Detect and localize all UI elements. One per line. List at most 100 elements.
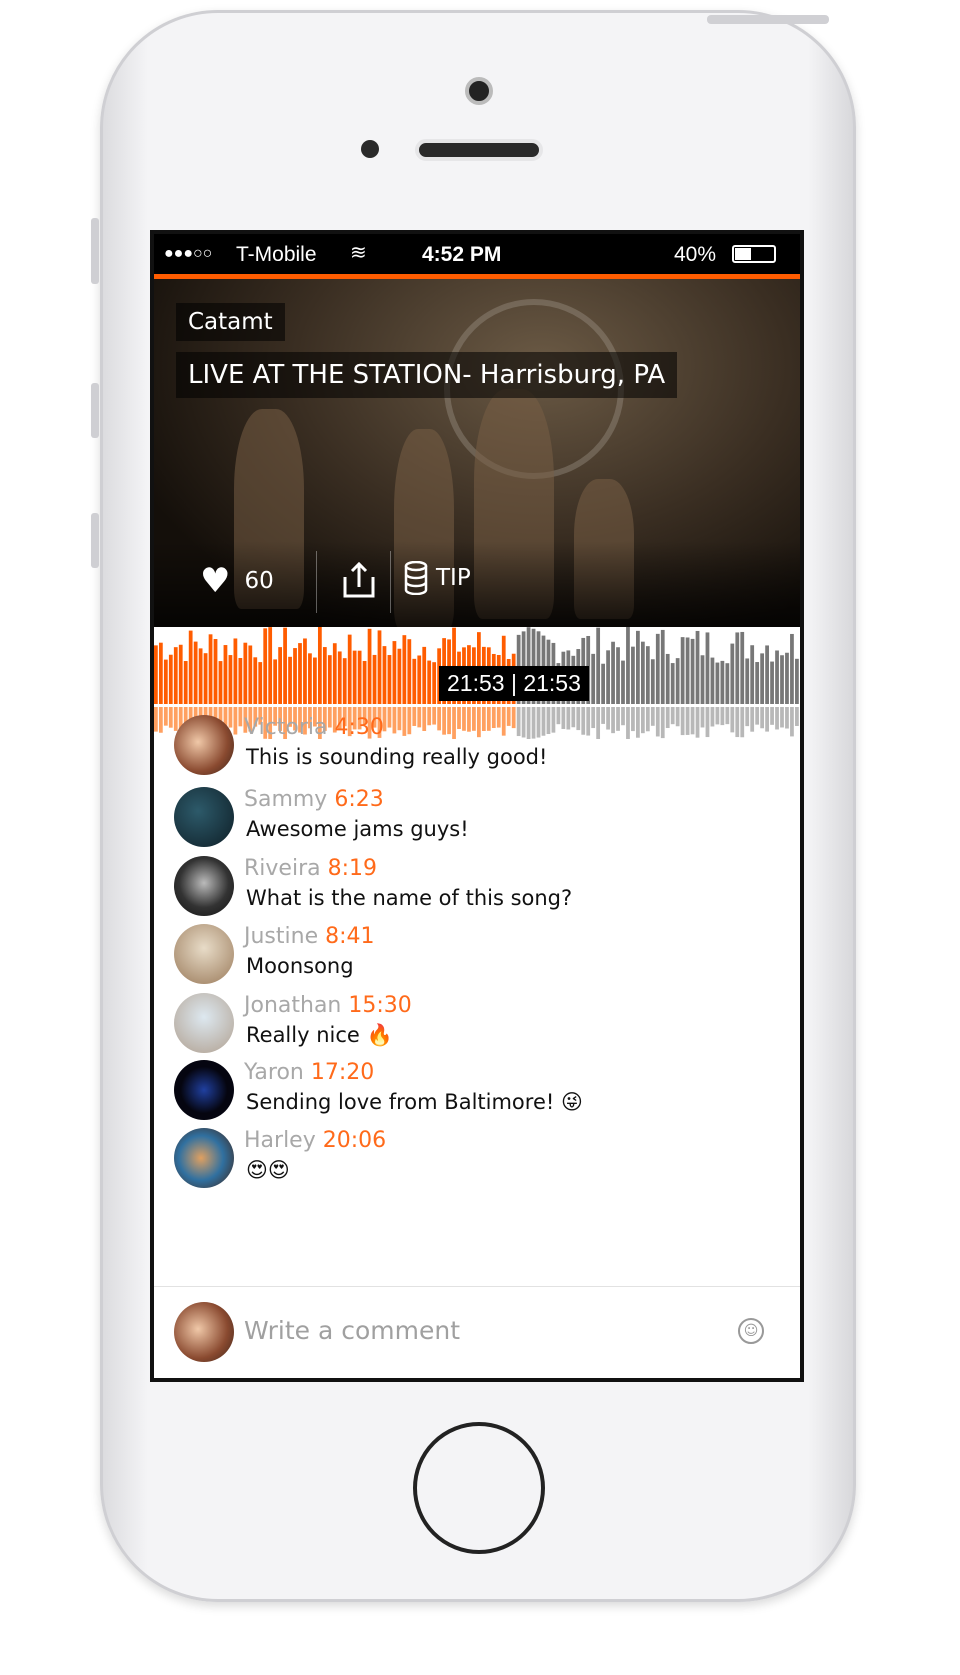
waveform-bar: [616, 647, 620, 704]
waveform-bar: [154, 645, 158, 704]
waveform-bar: [367, 628, 372, 704]
tip-label: TIP: [436, 565, 471, 591]
comment-author[interactable]: Jonathan: [244, 993, 341, 1018]
waveform-bar: [700, 655, 705, 704]
comment-header: Harley 20:06: [244, 1128, 386, 1153]
comment-item: Victoria 4:30 This is sounding really go…: [174, 715, 774, 779]
waveform-bar: [218, 661, 223, 704]
comment-timestamp[interactable]: 17:20: [311, 1060, 374, 1085]
waveform-bar: [750, 645, 755, 704]
waveform-bar: [402, 635, 407, 704]
mute-switch: [91, 218, 99, 284]
comment-author[interactable]: Justine: [244, 924, 318, 949]
waveform-bar: [213, 639, 218, 704]
signal-strength: ●●●○○: [164, 245, 213, 262]
comment-item: Harley 20:06 😍😍: [174, 1128, 774, 1192]
waveform-bar: [298, 643, 302, 704]
comment-author[interactable]: Victoria: [244, 715, 328, 740]
comment-header: Riveira 8:19: [244, 856, 377, 881]
comment-header: Sammy 6:23: [244, 787, 384, 812]
tip-button[interactable]: TIP: [404, 561, 471, 595]
waveform-bar: [238, 657, 243, 704]
waveform-reflection-bar: [163, 707, 168, 726]
home-button[interactable]: [413, 1422, 545, 1554]
divider: [154, 1286, 800, 1287]
comment-timestamp[interactable]: 8:41: [325, 924, 374, 949]
waveform-bar: [293, 648, 297, 704]
comment-author[interactable]: Harley: [244, 1128, 316, 1153]
comment-item: Jonathan 15:30 Really nice 🔥: [174, 993, 774, 1057]
waveform-bar: [710, 657, 715, 704]
comment-item: Riveira 8:19 What is the name of this so…: [174, 856, 774, 920]
waveform-bar: [372, 654, 377, 704]
comment-timestamp[interactable]: 4:30: [335, 715, 384, 740]
avatar: [174, 1302, 234, 1362]
power-button: [707, 15, 829, 24]
waveform-bar: [660, 629, 665, 704]
waveform-bar: [735, 632, 740, 704]
waveform-bar: [611, 641, 615, 704]
waveform-bar: [332, 643, 337, 704]
proximity-sensor: [361, 140, 379, 158]
avatar[interactable]: [174, 993, 234, 1053]
elapsed-time: 21:53: [447, 670, 505, 696]
waveform-bar: [273, 659, 278, 704]
comment-author[interactable]: Riveira: [244, 856, 321, 881]
waveform-bar: [670, 663, 675, 704]
comment-timestamp[interactable]: 15:30: [348, 993, 411, 1018]
waveform-bar: [317, 627, 322, 704]
waveform-bar: [730, 643, 735, 704]
share-button[interactable]: [342, 561, 376, 599]
waveform-bar: [422, 646, 427, 704]
comment-text: Sending love from Baltimore! 😜: [246, 1090, 583, 1114]
waveform-bar: [268, 627, 273, 704]
smiley-icon[interactable]: ☺: [738, 1318, 764, 1344]
waveform-bar: [780, 655, 784, 704]
avatar[interactable]: [174, 856, 234, 916]
waveform-bar: [601, 663, 605, 704]
heart-icon: ♥: [200, 561, 231, 601]
waveform-bar: [377, 630, 382, 704]
comment-author[interactable]: Yaron: [244, 1060, 304, 1085]
waveform-bar: [621, 660, 625, 704]
comment-timestamp[interactable]: 6:23: [334, 787, 383, 812]
waveform-reflection-bar: [785, 707, 789, 729]
waveform-bar: [705, 632, 710, 704]
avatar[interactable]: [174, 787, 234, 847]
waveform-bar: [591, 653, 596, 704]
waveform-bar: [725, 663, 730, 704]
waveform-bar: [606, 650, 610, 704]
comment-input[interactable]: [244, 1316, 684, 1345]
avatar[interactable]: [174, 1128, 234, 1188]
waveform-bar: [760, 653, 765, 704]
comment-timestamp[interactable]: 8:19: [328, 856, 377, 881]
waveform-bar: [715, 662, 720, 704]
comment-author[interactable]: Sammy: [244, 787, 327, 812]
waveform-bar: [655, 633, 660, 704]
avatar[interactable]: [174, 715, 234, 775]
comment-header: Victoria 4:30: [244, 715, 384, 740]
waveform-bar: [745, 658, 750, 704]
comment-item: Justine 8:41 Moonsong: [174, 924, 774, 988]
waveform-bar: [765, 645, 769, 704]
waveform-bar: [347, 634, 352, 704]
comment-timestamp[interactable]: 20:06: [323, 1128, 386, 1153]
artist-name[interactable]: Catamt: [176, 303, 285, 341]
comment-text: This is sounding really good!: [246, 745, 548, 769]
waveform-bar: [357, 650, 362, 704]
like-button[interactable]: ♥ 60: [200, 561, 274, 601]
clock: 4:52 PM: [422, 243, 502, 266]
waveform-bar: [258, 662, 263, 704]
app-screen: ●●●○○ T-Mobile ≋ 4:52 PM 40% Catamt LIVE…: [150, 230, 804, 1382]
track-actions: ♥ 60 TIP: [154, 541, 800, 627]
waveform-bar: [288, 656, 292, 704]
waveform-bar: [387, 655, 392, 704]
waveform-bar: [631, 646, 635, 704]
comment-text: Moonsong: [246, 954, 354, 978]
avatar[interactable]: [174, 1060, 234, 1120]
waveform-bar: [208, 634, 213, 704]
waveform-bar: [695, 630, 700, 704]
waveform-bar: [203, 653, 208, 704]
avatar[interactable]: [174, 924, 234, 984]
waveform-bar: [198, 648, 203, 704]
